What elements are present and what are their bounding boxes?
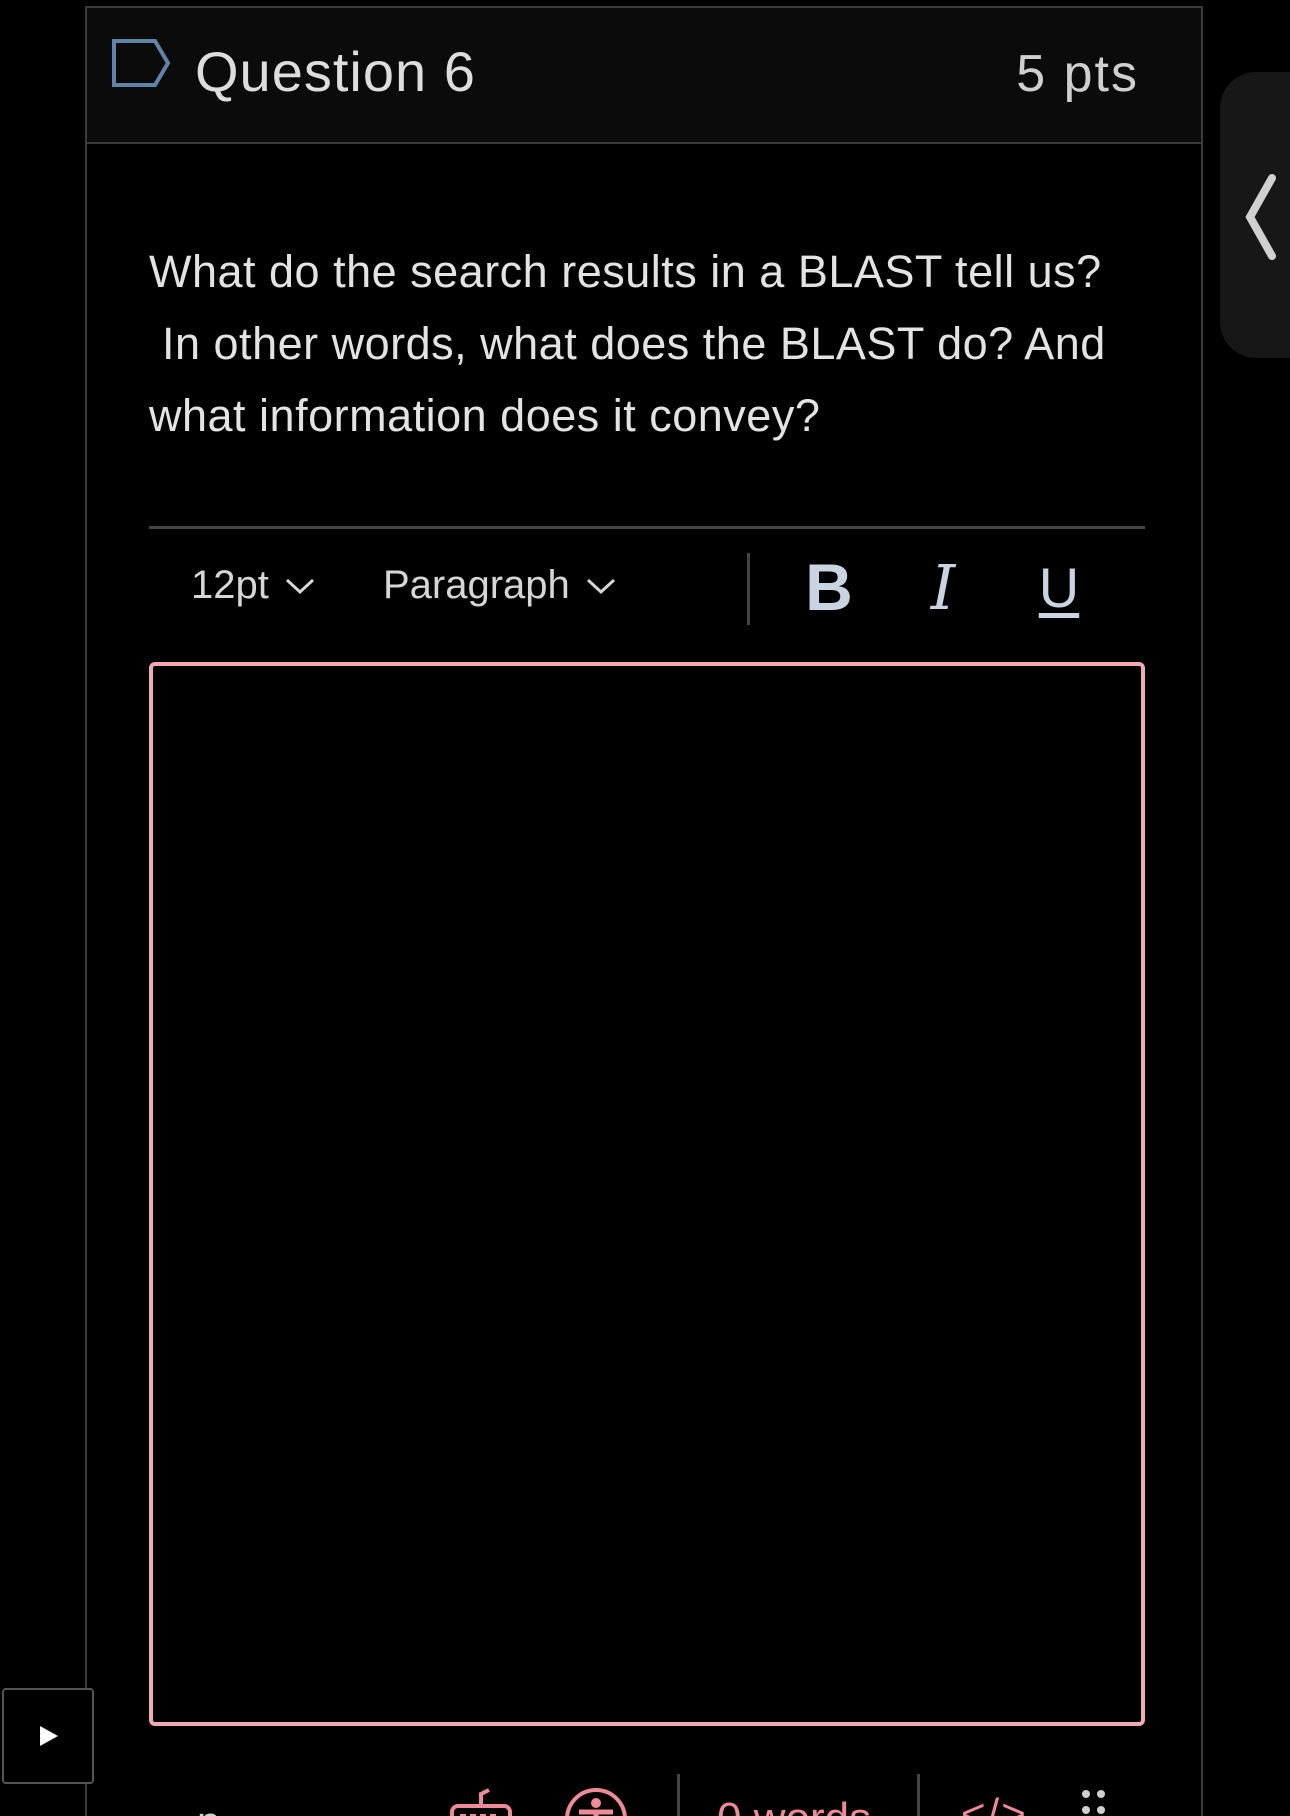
element-path[interactable]: p [197,1798,220,1816]
block-format-select[interactable]: Paragraph [383,563,616,608]
underline-button[interactable]: U [1029,555,1089,619]
editor-toolbar: 12pt Paragraph B I U A [149,526,1145,626]
flag-icon[interactable] [111,38,171,88]
accessibility-icon[interactable] [563,1786,629,1816]
html-editor-toggle[interactable]: </> [961,1790,1028,1816]
rich-text-editor[interactable] [149,662,1145,1726]
sidebar-collapse-tab[interactable] [1220,72,1290,358]
question-points: 5 pts [1016,45,1139,103]
media-play-button[interactable] [2,1688,94,1784]
editor-statusbar: p 0 words </> [149,1768,1149,1816]
page: Question 6 5 pts What do the search resu… [0,0,1290,1816]
question-text-line: What do the search results in a BLAST te… [149,246,1102,297]
italic-button[interactable]: I [913,551,973,624]
keyboard-icon[interactable] [449,1786,513,1816]
question-text-line: what information does it convey? [149,390,821,441]
font-color-button[interactable]: A [1139,555,1145,619]
statusbar-divider [677,1774,680,1816]
font-size-select[interactable]: 12pt [191,563,315,608]
question-header: Question 6 5 pts [87,8,1201,144]
statusbar-divider [917,1774,920,1816]
chevron-left-icon [1245,174,1276,260]
underline-label: U [1038,555,1080,619]
play-icon [40,1726,58,1746]
toolbar-divider [747,553,750,625]
question-text-line: In other words, what does the BLAST do? … [149,318,1106,369]
chevron-down-icon [586,578,615,594]
question-card: Question 6 5 pts What do the search resu… [85,6,1203,1816]
resize-grip-icon[interactable] [1079,1786,1109,1816]
word-count[interactable]: 0 words [717,1794,871,1816]
chevron-down-icon [285,578,314,594]
question-title: Question 6 [195,40,476,103]
question-text: What do the search results in a BLAST te… [149,236,1149,452]
font-size-value: 12pt [191,563,269,607]
block-format-value: Paragraph [383,563,570,607]
bold-button[interactable]: B [799,550,859,624]
